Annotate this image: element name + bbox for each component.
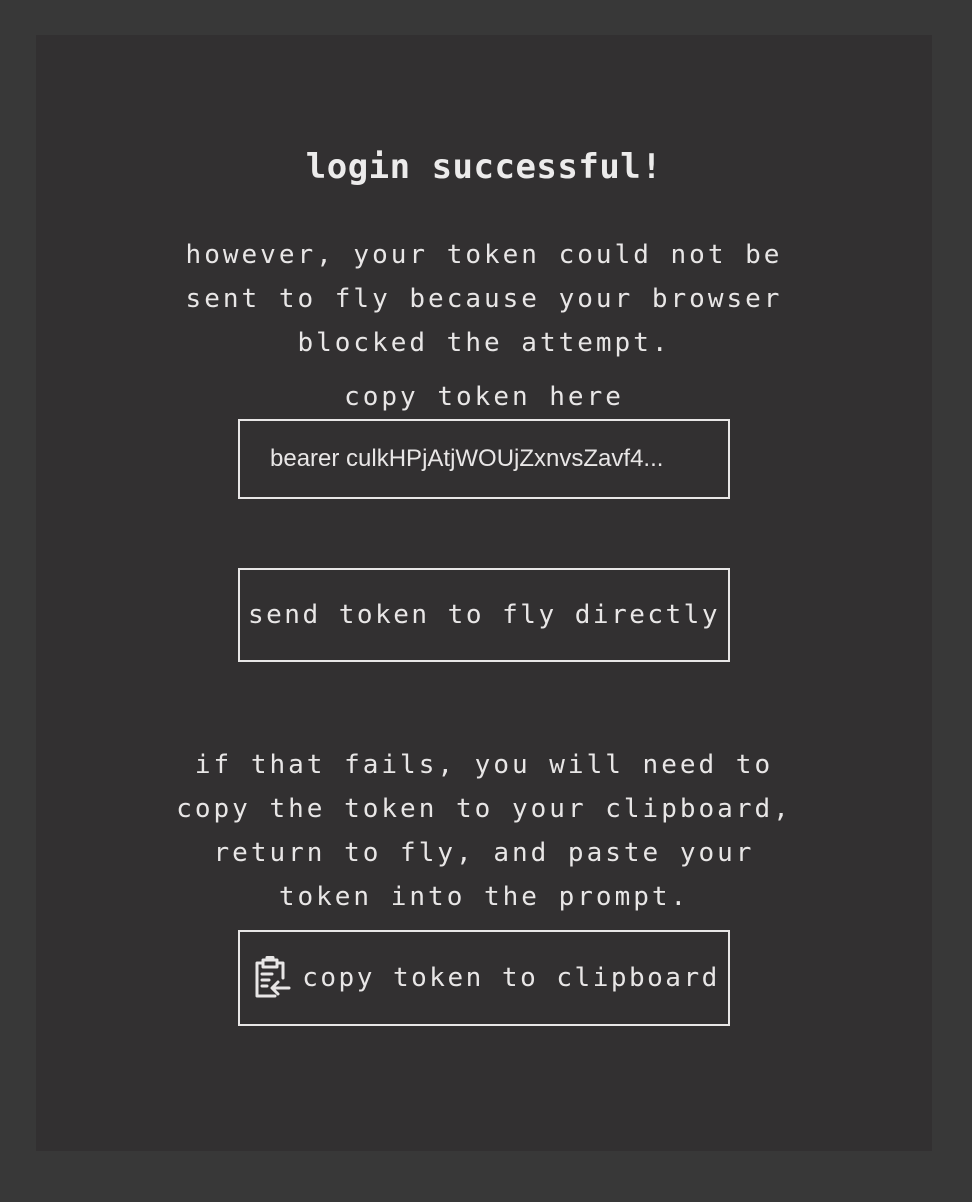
copy-token-button-label: copy token to clipboard	[302, 963, 720, 993]
blocked-message: however, your token could not be sent to…	[36, 233, 932, 365]
fallback-message: if that fails, you will need to copy the…	[36, 743, 932, 919]
login-success-panel: login successful! however, your token co…	[36, 35, 932, 1151]
clipboard-paste-icon	[248, 956, 292, 1000]
fallback-message-text: if that fails, you will need to copy the…	[176, 750, 792, 912]
send-token-button[interactable]: send token to fly directly	[238, 568, 730, 662]
copy-token-button[interactable]: copy token to clipboard	[238, 930, 730, 1026]
blocked-message-text: however, your token could not be sent to…	[185, 240, 783, 358]
send-token-button-label: send token to fly directly	[248, 600, 720, 630]
token-input[interactable]	[238, 419, 730, 499]
page-title: login successful!	[305, 147, 663, 187]
copy-token-hint: copy token here	[36, 375, 932, 419]
copy-token-hint-text: copy token here	[344, 382, 624, 412]
